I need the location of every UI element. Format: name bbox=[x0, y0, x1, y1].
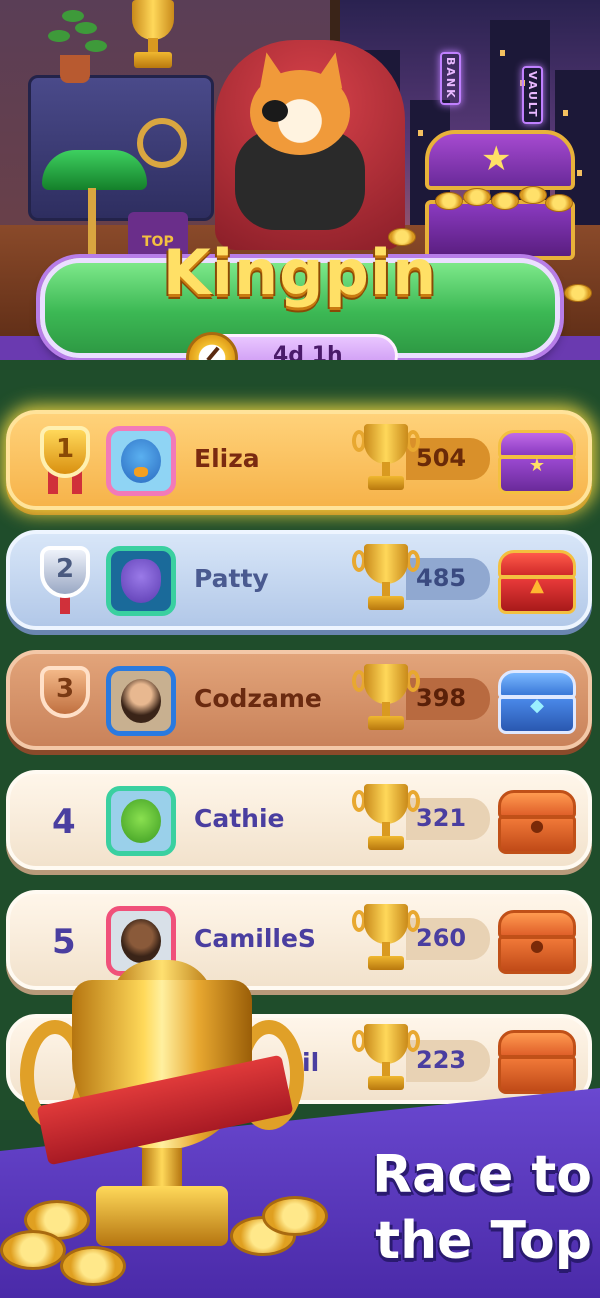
avatar[interactable] bbox=[106, 786, 176, 856]
rank-number: 1 bbox=[55, 434, 75, 464]
rank-number: 3 bbox=[55, 674, 75, 704]
bank-neon-sign: BANK bbox=[440, 52, 461, 105]
rank-3-medal-icon: 3 bbox=[36, 666, 94, 728]
blue-chest-icon[interactable]: ◆ bbox=[494, 666, 580, 738]
avatar[interactable] bbox=[106, 426, 176, 496]
desk-lamp-icon bbox=[42, 150, 147, 190]
leaderboard-row[interactable]: 2 Patty 485 ▲ bbox=[6, 530, 592, 630]
promo-headline: Race to the Top bbox=[352, 1142, 592, 1274]
trophy-icon bbox=[350, 420, 422, 500]
player-name: Patty bbox=[194, 564, 269, 593]
rank-number: 4 bbox=[52, 802, 76, 842]
orange-chest-icon[interactable]: ● bbox=[494, 786, 580, 858]
leaderboard-row[interactable]: 1 Eliza 504 ★ bbox=[6, 410, 592, 510]
orange-chest-icon[interactable]: ● bbox=[494, 906, 580, 978]
purple-star-chest-icon[interactable]: ★ bbox=[494, 426, 580, 498]
avatar[interactable] bbox=[106, 666, 176, 736]
orange-chest-icon[interactable] bbox=[494, 1026, 580, 1098]
player-name: CamilleS bbox=[194, 924, 316, 953]
treasure-chest-icon: ★ bbox=[425, 130, 575, 260]
safe-icon bbox=[28, 75, 214, 221]
coin-icon bbox=[262, 1196, 328, 1236]
event-title: Kingpin bbox=[162, 236, 438, 309]
trophy-icon bbox=[350, 540, 422, 620]
trophy-icon bbox=[350, 660, 422, 740]
leaderboard-row[interactable]: 3 Codzame 398 ◆ bbox=[6, 650, 592, 750]
shelf-trophy-icon bbox=[108, 0, 198, 70]
leaderboard-row[interactable]: 4 Cathie 321 ● bbox=[6, 770, 592, 870]
big-trophy-icon bbox=[0, 960, 330, 1298]
player-score: 260 bbox=[416, 924, 467, 952]
player-score: 398 bbox=[416, 684, 467, 712]
coin-icon bbox=[60, 1246, 126, 1286]
player-name: Cathie bbox=[194, 804, 285, 833]
avatar[interactable] bbox=[106, 546, 176, 616]
rank-number: 5 bbox=[52, 922, 76, 962]
player-score: 223 bbox=[416, 1046, 467, 1074]
trophy-icon bbox=[350, 900, 422, 980]
rank-2-medal-icon: 2 bbox=[36, 546, 94, 614]
rank-number: 2 bbox=[55, 554, 75, 584]
coin-icon bbox=[0, 1230, 66, 1270]
player-name: Codzame bbox=[194, 684, 322, 713]
player-score: 504 bbox=[416, 444, 467, 472]
vault-neon-sign: VAULT bbox=[522, 66, 543, 124]
player-score: 485 bbox=[416, 564, 467, 592]
plant-icon bbox=[60, 55, 90, 83]
red-chest-icon[interactable]: ▲ bbox=[494, 546, 580, 618]
trophy-icon bbox=[350, 1020, 422, 1100]
eyepatch-icon bbox=[262, 100, 288, 122]
trophy-icon bbox=[350, 780, 422, 860]
promo-line-2: the Top bbox=[375, 1211, 592, 1271]
rank-1-medal-icon: 1 bbox=[36, 426, 94, 494]
player-score: 321 bbox=[416, 804, 467, 832]
player-name: Eliza bbox=[194, 444, 260, 473]
promo-line-1: Race to bbox=[372, 1145, 592, 1205]
